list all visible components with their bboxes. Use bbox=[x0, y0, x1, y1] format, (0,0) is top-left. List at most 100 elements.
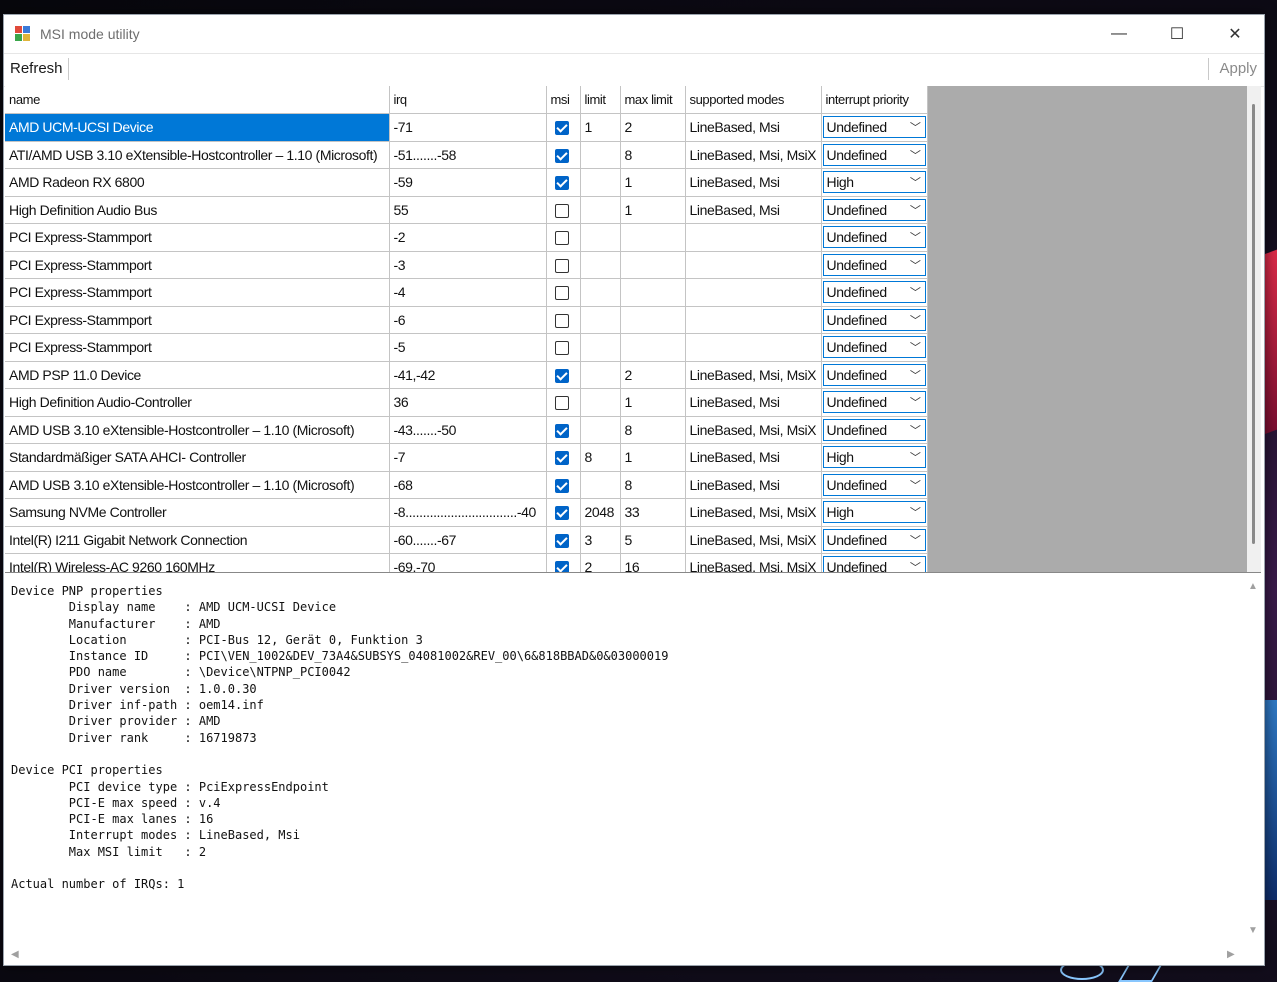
cell-msi[interactable] bbox=[546, 141, 581, 169]
column-header[interactable]: irq bbox=[389, 86, 547, 114]
cell-msi[interactable] bbox=[546, 196, 581, 224]
device-grid[interactable]: name irq msi limit max limit supported modes i… bbox=[5, 86, 1261, 573]
chevron-down-icon[interactable]: ﹀ bbox=[910, 284, 921, 300]
chevron-down-icon[interactable]: ﹀ bbox=[910, 229, 921, 245]
device-details-panel[interactable]: Device PNP properties Display name : AMD… bbox=[5, 575, 1261, 963]
cell-limit[interactable] bbox=[580, 306, 621, 334]
table-row[interactable]: ATI/AMD USB 3.10 eXtensible-Hostcontroll… bbox=[5, 141, 928, 169]
chevron-down-icon[interactable]: ﹀ bbox=[910, 257, 921, 273]
cell-msi[interactable] bbox=[546, 223, 581, 252]
cell-msi[interactable] bbox=[546, 333, 581, 362]
priority-dropdown[interactable]: High ﹀ bbox=[822, 446, 926, 469]
cell-msi[interactable] bbox=[546, 553, 581, 572]
msi-checkbox-checked[interactable] bbox=[554, 451, 569, 466]
cell-limit[interactable] bbox=[580, 141, 621, 169]
table-row[interactable]: Samsung NVMe Controller -8...............… bbox=[5, 498, 928, 527]
table-row[interactable]: PCI Express-Stammport -4 Undefined ﹀ bbox=[5, 278, 928, 307]
cell-limit[interactable] bbox=[580, 388, 621, 417]
cell-msi[interactable] bbox=[546, 443, 581, 472]
table-row[interactable]: PCI Express-Stammport -6 Undefined ﹀ bbox=[5, 306, 928, 334]
table-row[interactable]: Intel(R) I211 Gigabit Network Connection… bbox=[5, 526, 928, 554]
msi-checkbox-checked[interactable] bbox=[554, 368, 569, 383]
cell-limit[interactable] bbox=[580, 471, 621, 499]
close-button[interactable]: ✕ bbox=[1206, 15, 1264, 53]
table-row[interactable]: High Definition Audio-Controller 36 1 LineB… bbox=[5, 388, 928, 417]
scroll-right-icon[interactable]: ▶ bbox=[1227, 949, 1235, 960]
column-header[interactable]: name bbox=[5, 86, 390, 114]
chevron-down-icon[interactable]: ﹀ bbox=[910, 119, 921, 135]
cell-msi[interactable] bbox=[546, 306, 581, 334]
cell-msi[interactable] bbox=[546, 361, 581, 389]
table-row[interactable]: High Definition Audio Bus 55 1 LineBased, M… bbox=[5, 196, 928, 224]
table-row[interactable]: AMD Radeon RX 6800 -59 1 LineBased, Msi High… bbox=[5, 168, 928, 197]
priority-dropdown[interactable]: Undefined ﹀ bbox=[822, 116, 926, 139]
msi-checkbox-checked[interactable] bbox=[554, 533, 569, 548]
cell-limit[interactable] bbox=[580, 196, 621, 224]
msi-checkbox[interactable] bbox=[554, 258, 569, 273]
table-row[interactable]: PCI Express-Stammport -5 Undefined ﹀ bbox=[5, 333, 928, 362]
chevron-down-icon[interactable]: ﹀ bbox=[910, 532, 921, 548]
maximize-button[interactable]: ☐ bbox=[1148, 15, 1206, 53]
table-row[interactable]: AMD PSP 11.0 Device -41,-42 2 LineBased, Ms… bbox=[5, 361, 928, 389]
details-vertical-scrollbar[interactable]: ▲ ▼ bbox=[1245, 575, 1261, 947]
priority-dropdown[interactable]: Undefined ﹀ bbox=[822, 143, 926, 166]
chevron-down-icon[interactable]: ﹀ bbox=[910, 449, 921, 465]
msi-checkbox-checked[interactable] bbox=[554, 176, 569, 191]
cell-msi[interactable] bbox=[546, 416, 581, 444]
cell-limit[interactable]: 3 bbox=[580, 526, 621, 554]
cell-msi[interactable] bbox=[546, 498, 581, 527]
table-row[interactable]: Intel(R) Wireless-AC 9260 160MHz -69,-70 2… bbox=[5, 553, 928, 572]
msi-checkbox[interactable] bbox=[554, 341, 569, 356]
column-header[interactable]: limit bbox=[580, 86, 621, 114]
table-row[interactable]: Standardmäßiger SATA AHCI- Controller -7 8… bbox=[5, 443, 928, 472]
cell-limit[interactable]: 2 bbox=[580, 553, 621, 572]
refresh-button[interactable]: Refresh bbox=[5, 58, 69, 80]
cell-limit[interactable] bbox=[580, 361, 621, 389]
chevron-down-icon[interactable]: ﹀ bbox=[910, 477, 921, 493]
msi-checkbox[interactable] bbox=[554, 286, 569, 301]
priority-dropdown[interactable]: Undefined ﹀ bbox=[822, 226, 926, 249]
chevron-down-icon[interactable]: ﹀ bbox=[910, 367, 921, 383]
msi-checkbox-checked[interactable] bbox=[554, 506, 569, 521]
cell-limit[interactable] bbox=[580, 168, 621, 197]
msi-checkbox[interactable] bbox=[554, 313, 569, 328]
priority-dropdown[interactable]: Undefined ﹀ bbox=[822, 336, 926, 359]
chevron-down-icon[interactable]: ﹀ bbox=[910, 174, 921, 190]
cell-limit[interactable]: 2048 bbox=[580, 498, 621, 527]
priority-dropdown[interactable]: Undefined ﹀ bbox=[822, 253, 926, 276]
cell-limit[interactable] bbox=[580, 251, 621, 279]
chevron-down-icon[interactable]: ﹀ bbox=[910, 394, 921, 410]
table-row[interactable]: PCI Express-Stammport -2 Undefined ﹀ bbox=[5, 223, 928, 252]
msi-checkbox[interactable] bbox=[554, 203, 569, 218]
msi-checkbox-checked[interactable] bbox=[554, 423, 569, 438]
column-header[interactable]: msi bbox=[546, 86, 581, 114]
cell-limit[interactable]: 8 bbox=[580, 443, 621, 472]
cell-limit[interactable] bbox=[580, 278, 621, 307]
priority-dropdown[interactable]: High ﹀ bbox=[822, 171, 926, 194]
cell-msi[interactable] bbox=[546, 526, 581, 554]
chevron-down-icon[interactable]: ﹀ bbox=[910, 339, 921, 355]
scroll-left-icon[interactable]: ◀ bbox=[11, 949, 19, 960]
cell-limit[interactable] bbox=[580, 333, 621, 362]
cell-msi[interactable] bbox=[546, 278, 581, 307]
priority-dropdown[interactable]: Undefined ﹀ bbox=[822, 473, 926, 496]
minimize-button[interactable]: — bbox=[1090, 15, 1148, 53]
priority-dropdown[interactable]: Undefined ﹀ bbox=[822, 391, 926, 414]
grid-vertical-scrollbar[interactable] bbox=[1247, 86, 1261, 572]
cell-msi[interactable] bbox=[546, 388, 581, 417]
table-row[interactable]: AMD USB 3.10 eXtensible-Hostcontroller –… bbox=[5, 416, 928, 444]
priority-dropdown[interactable]: Undefined ﹀ bbox=[822, 281, 926, 304]
priority-dropdown[interactable]: Undefined ﹀ bbox=[822, 198, 926, 221]
msi-checkbox[interactable] bbox=[554, 231, 569, 246]
msi-checkbox-checked[interactable] bbox=[554, 478, 569, 493]
msi-checkbox-checked[interactable] bbox=[554, 148, 569, 163]
details-horizontal-scrollbar[interactable]: ◀ ▶ bbox=[5, 947, 1245, 963]
priority-dropdown[interactable]: Undefined ﹀ bbox=[822, 308, 926, 331]
column-header[interactable]: max limit bbox=[620, 86, 686, 114]
msi-checkbox[interactable] bbox=[554, 396, 569, 411]
priority-dropdown[interactable]: High ﹀ bbox=[822, 501, 926, 524]
chevron-down-icon[interactable]: ﹀ bbox=[910, 312, 921, 328]
priority-dropdown[interactable]: Undefined ﹀ bbox=[822, 556, 926, 572]
priority-dropdown[interactable]: Undefined ﹀ bbox=[822, 418, 926, 441]
cell-msi[interactable] bbox=[546, 113, 581, 142]
